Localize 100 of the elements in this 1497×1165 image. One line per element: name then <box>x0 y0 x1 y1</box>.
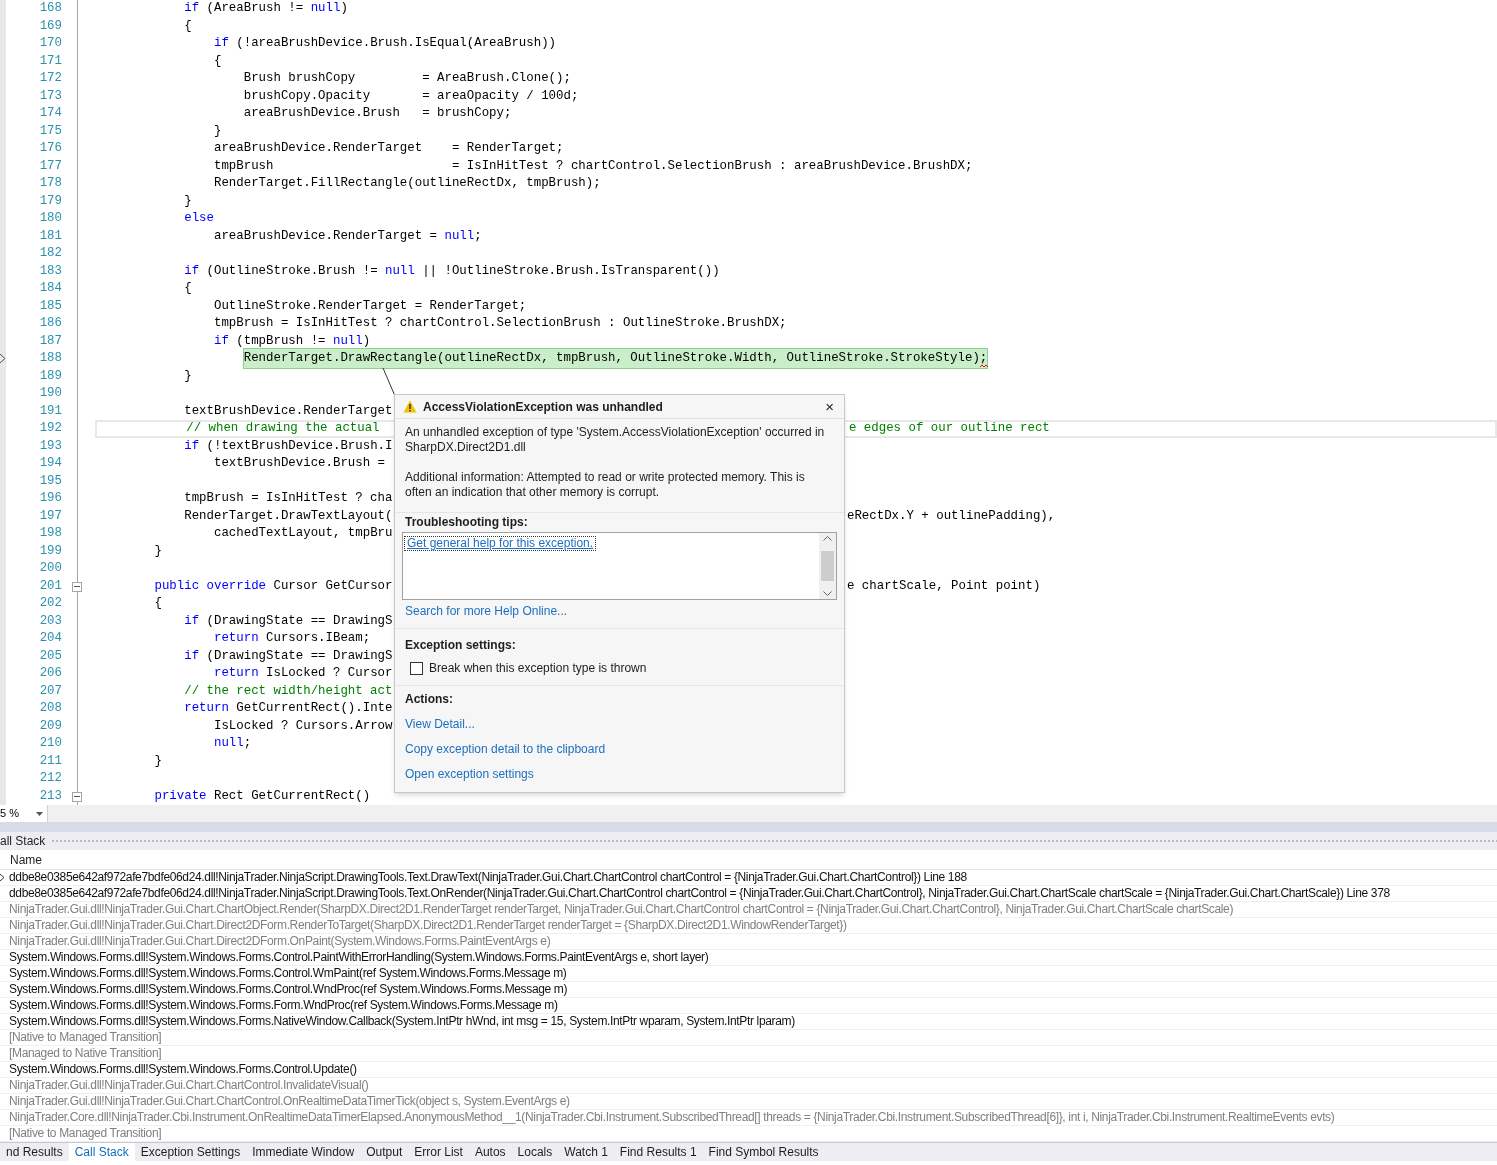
code-line: } <box>154 752 162 770</box>
line-number: 186 <box>38 315 62 333</box>
additional-information: Additional information: Attempted to read or write protected memory. This is often an indication that other memory is corrupt. <box>405 470 806 500</box>
code-line: else <box>184 210 214 228</box>
panel-tab[interactable]: Watch 1 <box>558 1143 614 1161</box>
panel-tab[interactable]: Exception Settings <box>134 1143 247 1161</box>
line-number: 181 <box>38 227 62 245</box>
line-number: 194 <box>38 455 62 473</box>
stack-frame[interactable]: ddbe8e0385e642af972afe7bdfe06d24.dll!NinjaTrader.NinjaScript.DrawingTools.Text.DrawText(NinjaTrader.Gui.Chart.ChartControl chartControl = {NinjaTrader.Gui.Chart.ChartControl}) Line 188 <box>9 870 967 885</box>
line-number: 182 <box>38 245 62 263</box>
line-number: 189 <box>38 367 62 385</box>
code-line: return Cursors.IBeam; <box>214 630 371 648</box>
scroll-down-icon[interactable] <box>823 591 832 596</box>
dropdown-caret-icon[interactable] <box>36 811 43 816</box>
line-number: 191 <box>38 402 62 420</box>
stack-frame[interactable]: NinjaTrader.Core.dll!NinjaTrader.Cbi.Instrument.OnRealtimeDataTimerElapsed.AnonymousMethod__1(NinjaTrader.Cbi.Instrument.SubscribedThread[] threads = {NinjaTrader.Cbi.Instrument.SubscribedThread[6]}, int i, NinjaTrader.Cbi.Instrument.RealtimeEvents evts) <box>9 1110 1335 1125</box>
action-link[interactable]: Copy exception detail to the clipboard <box>405 742 606 757</box>
line-number: 193 <box>38 437 62 455</box>
scroll-up-icon[interactable] <box>823 536 832 541</box>
code-line: if (DrawingState == DrawingS <box>184 612 393 630</box>
code-line: e chartScale, Point point) <box>847 577 1041 595</box>
code-line: { <box>184 280 192 298</box>
scrollbar[interactable] <box>819 533 836 599</box>
line-number: 179 <box>38 192 62 210</box>
search-help-link[interactable]: Search for more Help Online... <box>402 604 571 619</box>
line-number: 171 <box>38 52 62 70</box>
panel-tab[interactable]: Error List <box>408 1143 469 1161</box>
panel-tab[interactable]: nd Results <box>0 1143 69 1161</box>
stack-frame[interactable]: [Native to Managed Transition] <box>9 1126 162 1141</box>
checkbox[interactable] <box>410 662 423 675</box>
stack-frame[interactable]: System.Windows.Forms.dll!System.Windows.Forms.Control.WmPaint(ref System.Windows.Forms.Message m) <box>9 966 567 981</box>
code-line: Brush brushCopy = AreaBrush.Clone(); <box>243 70 571 88</box>
line-number: 176 <box>38 140 62 158</box>
panel-tab[interactable]: Immediate Window <box>246 1143 361 1161</box>
code-line: tmpBrush = IsInHitTest ? chartControl.SelectionBrush : areaBrushDevice.BrushDX; <box>214 157 973 175</box>
panel-tab[interactable]: Find Symbol Results <box>702 1143 825 1161</box>
exception-message: An unhandled exception of type 'System.AccessViolationException' occurred in SharpDX.Direct2D1.dll <box>405 425 826 455</box>
line-number: 172 <box>38 70 62 88</box>
scroll-thumb[interactable] <box>821 551 834 581</box>
line-number: 204 <box>38 630 62 648</box>
line-number: 180 <box>38 210 62 228</box>
line-number: 184 <box>38 280 62 298</box>
code-line: { <box>184 17 192 35</box>
line-number: 177 <box>38 157 62 175</box>
stack-frame[interactable]: ddbe8e0385e642af972afe7bdfe06d24.dll!NinjaTrader.NinjaScript.DrawingTools.Text.OnRender(NinjaTrader.Gui.Chart.ChartControl chartControl = {NinjaTrader.Gui.Chart.ChartControl}, NinjaTrader.Gui.Chart.ChartScale chartScale = {NinjaTrader.Gui.Chart.ChartScale}) Line 378 <box>9 886 1390 901</box>
code-line: textBrushDevice.RenderTarget <box>184 402 393 420</box>
stack-frame[interactable]: [Managed to Native Transition] <box>9 1046 162 1061</box>
code-line: areaBrushDevice.RenderTarget = RenderTarget; <box>214 140 564 158</box>
column-header[interactable]: Name <box>0 850 42 869</box>
code-line: if (OutlineStroke.Brush != null || !OutlineStroke.Brush.IsTransparent()) <box>184 262 720 280</box>
stack-frame[interactable]: NinjaTrader.Gui.dll!NinjaTrader.Gui.Chart.ChartControl.OnRealtimeDataTimerTick(object s, System.EventArgs e) <box>9 1094 570 1109</box>
code-line: IsLocked ? Cursors.Arrow <box>214 717 393 735</box>
panel-tab[interactable]: Find Results 1 <box>613 1143 703 1161</box>
line-number: 213 <box>38 787 62 805</box>
code-line: textBrushDevice.Brush = <box>214 455 385 473</box>
code-line: areaBrushDevice.Brush = brushCopy; <box>243 105 512 123</box>
line-number: 198 <box>38 525 62 543</box>
stack-frame[interactable]: NinjaTrader.Gui.dll!NinjaTrader.Gui.Chart.ChartObject.Render(SharpDX.Direct2D1.RenderTarget renderTarget, NinjaTrader.Gui.Chart.ChartControl chartControl = {NinjaTrader.Gui.Chart.ChartControl}, NinjaTrader.Gui.Chart.ChartScale chartScale) <box>9 902 1234 917</box>
leader-line <box>382 368 396 396</box>
action-link[interactable]: View Detail... <box>405 717 475 732</box>
code-line: private Rect GetCurrentRect() <box>154 787 371 805</box>
stack-frame[interactable]: NinjaTrader.Gui.dll!NinjaTrader.Gui.Chart.Direct2DForm.OnPaint(System.Windows.Forms.PaintEventArgs e) <box>9 934 551 949</box>
panel-tab[interactable]: Autos <box>468 1143 512 1161</box>
help-link[interactable]: Get general help for this exception. <box>404 536 597 551</box>
collapse-icon[interactable] <box>72 791 82 802</box>
line-number: 173 <box>38 87 62 105</box>
action-link[interactable]: Open exception settings <box>405 767 534 782</box>
panel-tab[interactable]: Call Stack <box>68 1143 135 1161</box>
line-number: 208 <box>38 700 62 718</box>
line-number: 201 <box>38 577 62 595</box>
zoom-dropdown[interactable]: 5 % <box>0 805 48 822</box>
panel-tab[interactable]: Locals <box>511 1143 559 1161</box>
stack-frame[interactable]: NinjaTrader.Gui.dll!NinjaTrader.Gui.Chart.Direct2DForm.RenderToTarget(SharpDX.Direct2D1.RenderTarget renderTarget = {SharpDX.Direct2D1.WindowRenderTarget}) <box>9 918 847 933</box>
stack-frame[interactable]: System.Windows.Forms.dll!System.Windows.Forms.NativeWindow.Callback(System.IntPtr hWnd, int msg = 15, System.IntPtr wparam, System.IntPtr lparam) <box>9 1014 795 1029</box>
stack-frame[interactable]: NinjaTrader.Gui.dll!NinjaTrader.Gui.Chart.ChartControl.InvalidateVisual() <box>9 1078 369 1093</box>
error-squiggle-icon <box>980 365 989 369</box>
line-number: 183 <box>38 262 62 280</box>
code-line: RenderTarget.DrawTextLayout( <box>184 507 393 525</box>
section-heading: Troubleshooting tips: <box>404 515 529 530</box>
stack-frame[interactable]: System.Windows.Forms.dll!System.Windows.Forms.Control.Update() <box>9 1062 357 1077</box>
line-number: 175 <box>38 122 62 140</box>
collapse-icon[interactable] <box>72 581 82 592</box>
stack-frame[interactable]: System.Windows.Forms.dll!System.Windows.Forms.Control.PaintWithErrorHandling(System.Windows.Forms.PaintEventArgs e, short layer) <box>9 950 709 965</box>
line-number: 202 <box>38 595 62 613</box>
code-line: { <box>154 595 162 613</box>
stack-frame[interactable]: System.Windows.Forms.dll!System.Windows.Forms.Control.WndProc(ref System.Windows.Forms.Message m) <box>9 982 568 997</box>
stack-frame[interactable]: [Native to Managed Transition] <box>9 1030 162 1045</box>
code-line: return GetCurrentRect().Inte <box>184 700 393 718</box>
code-line: brushCopy.Opacity = areaOpacity / 100d; <box>243 87 579 105</box>
panel-tab[interactable]: Output <box>360 1143 409 1161</box>
stack-frame[interactable]: System.Windows.Forms.dll!System.Windows.Forms.Form.WndProc(ref System.Windows.Forms.Message m) <box>9 998 558 1013</box>
line-number: 196 <box>38 490 62 508</box>
code-line: public override Cursor GetCursor <box>154 577 393 595</box>
code-line: eRectDx.Y + outlinePadding), <box>847 507 1056 525</box>
current-statement: RenderTarget.DrawRectangle(outlineRectDx, tmpBrush, OutlineStroke.Width, OutlineStroke.StrokeStyle); <box>243 349 988 369</box>
dialog-title: AccessViolationException was unhandled <box>423 398 664 416</box>
close-button[interactable]: × <box>823 399 836 414</box>
line-number: 212 <box>38 770 62 788</box>
code-line: { <box>214 52 222 70</box>
code-line: if (AreaBrush != null) <box>184 0 348 18</box>
